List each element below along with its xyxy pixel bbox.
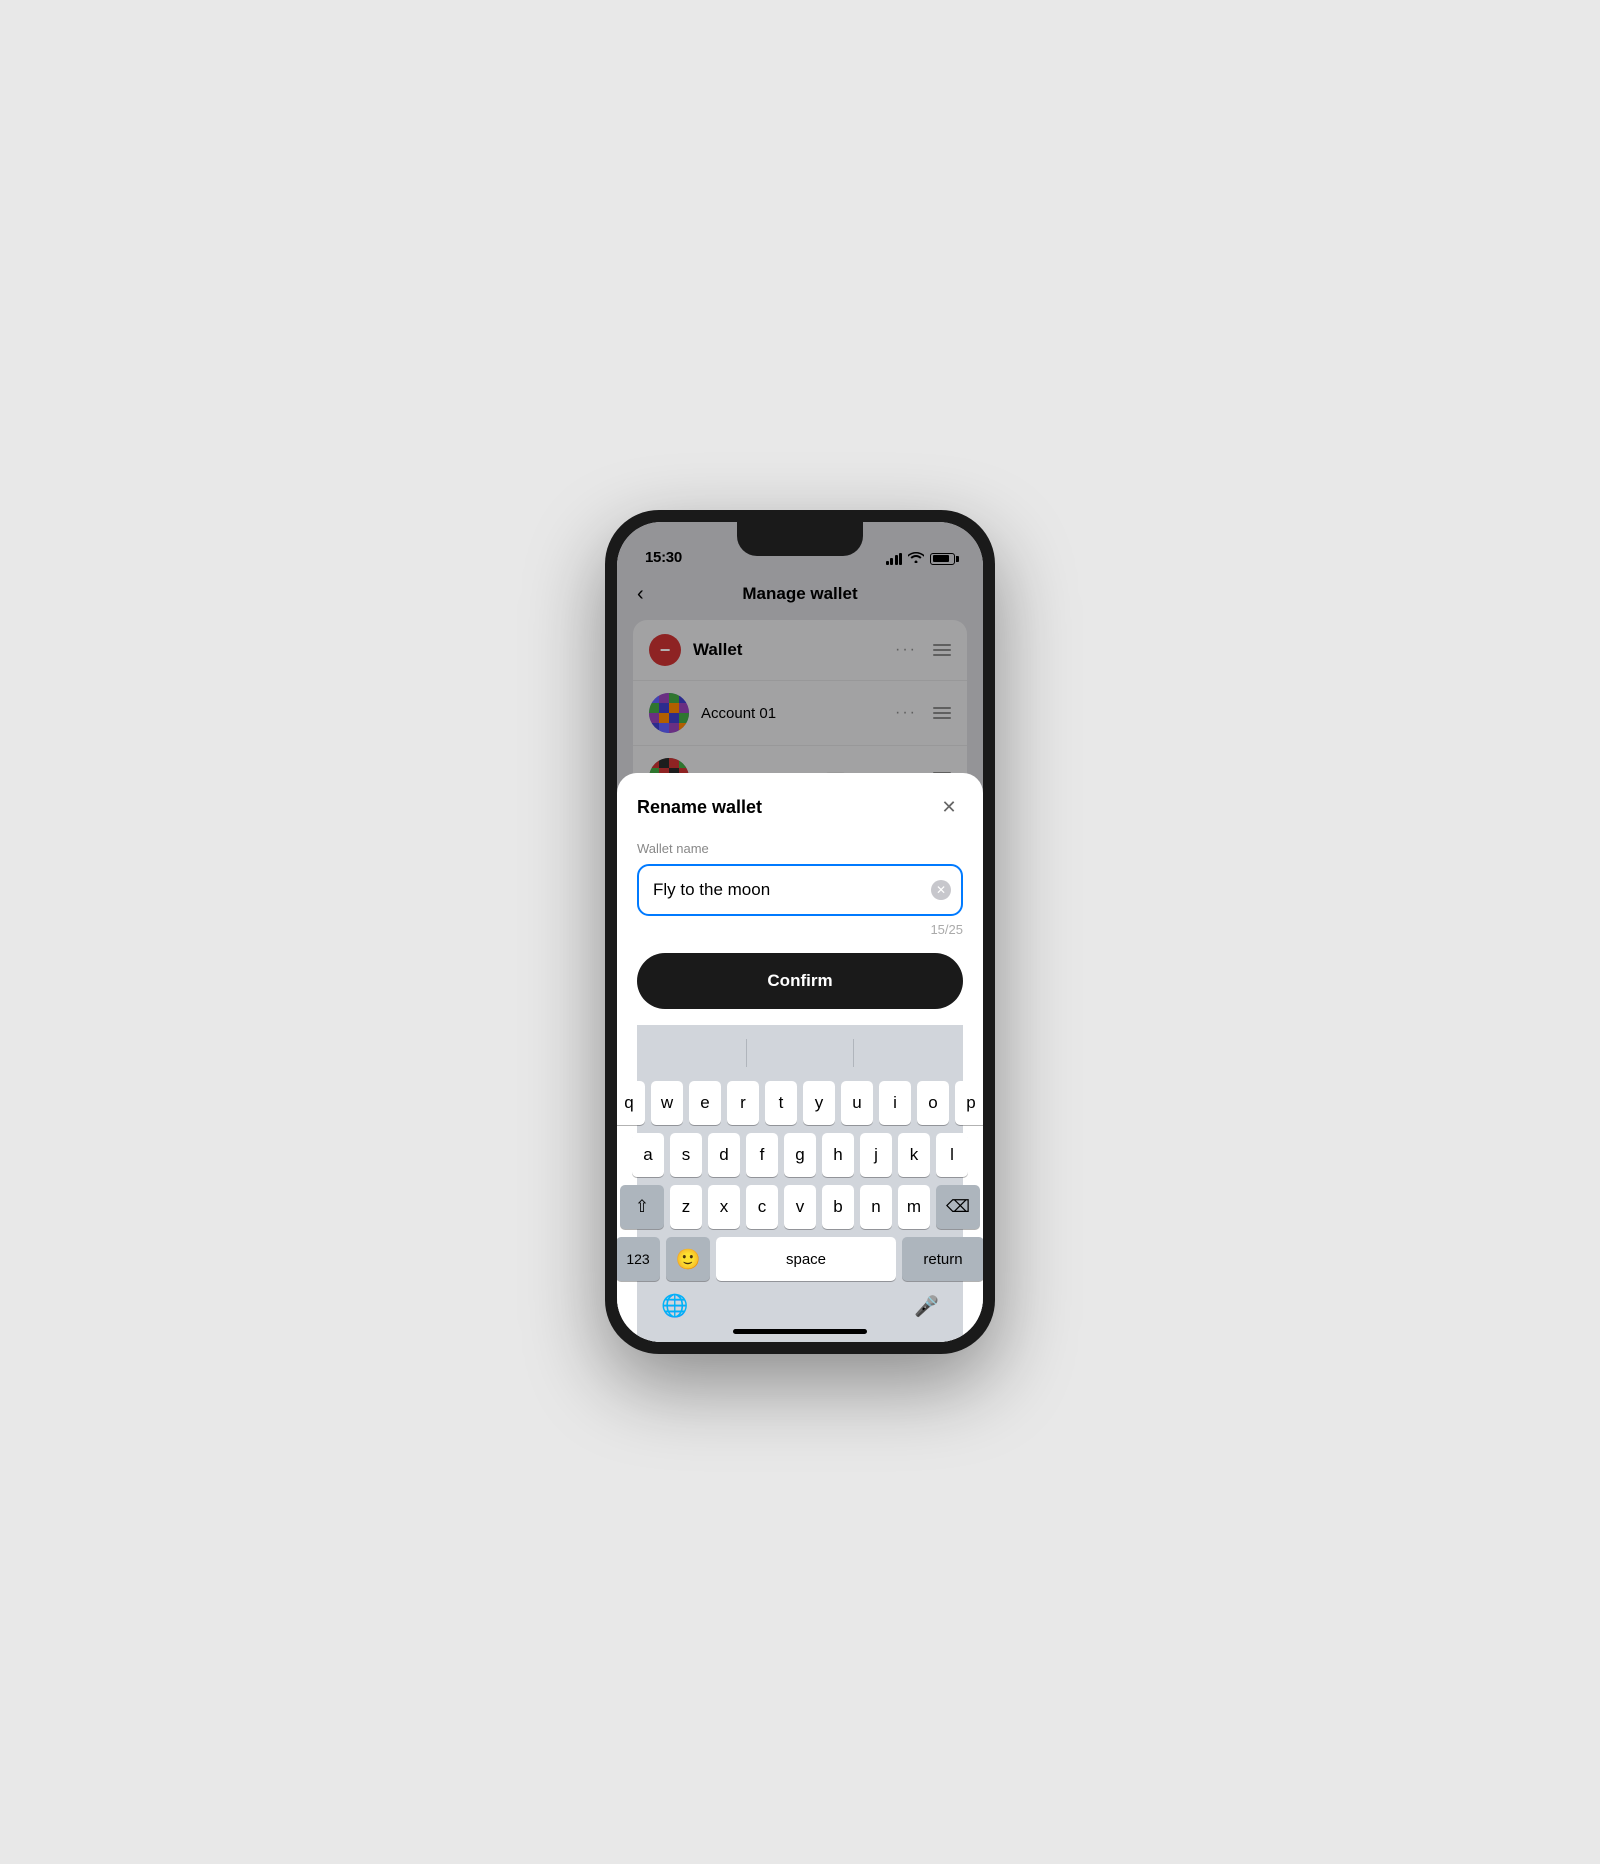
phone-frame: 15:30 [605,510,995,1354]
clear-input-button[interactable]: ✕ [931,880,951,900]
key-z[interactable]: z [670,1185,702,1229]
key-j[interactable]: j [860,1133,892,1177]
key-f[interactable]: f [746,1133,778,1177]
key-w[interactable]: w [651,1081,683,1125]
close-button[interactable]: ✕ [935,793,963,821]
phone-screen: 15:30 [617,522,983,1342]
key-c[interactable]: c [746,1185,778,1229]
key-y[interactable]: y [803,1081,835,1125]
rename-wallet-modal: Rename wallet ✕ Wallet name ✕ 15/25 Conf… [617,773,983,1342]
delete-key[interactable]: ⌫ [936,1185,980,1229]
notch [737,522,863,556]
globe-icon[interactable]: 🌐 [661,1293,688,1319]
return-key[interactable]: return [902,1237,983,1281]
emoji-key[interactable]: 🙂 [666,1237,710,1281]
key-q[interactable]: q [617,1081,645,1125]
mic-icon[interactable]: 🎤 [914,1294,939,1319]
key-h[interactable]: h [822,1133,854,1177]
key-e[interactable]: e [689,1081,721,1125]
key-r[interactable]: r [727,1081,759,1125]
key-u[interactable]: u [841,1081,873,1125]
modal-header: Rename wallet ✕ [637,793,963,821]
key-g[interactable]: g [784,1133,816,1177]
key-d[interactable]: d [708,1133,740,1177]
keyboard-bottom-row: 123🙂spacereturn [641,1237,959,1281]
modal-title: Rename wallet [637,797,762,818]
key-o[interactable]: o [917,1081,949,1125]
key-m[interactable]: m [898,1185,930,1229]
app-content: ‹ Manage wallet − Wallet ··· [617,572,983,1342]
keyboard-row-3: ⇧zxcvbnm⌫ [641,1185,959,1229]
keyboard-row-1: qwertyuiop [641,1081,959,1125]
space-key[interactable]: space [716,1237,896,1281]
key-n[interactable]: n [860,1185,892,1229]
confirm-button[interactable]: Confirm [637,953,963,1009]
key-i[interactable]: i [879,1081,911,1125]
keyboard-row-2: asdfghjkl [641,1133,959,1177]
key-x[interactable]: x [708,1185,740,1229]
key-k[interactable]: k [898,1133,930,1177]
keyboard-suggestions [641,1033,959,1073]
numbers-key[interactable]: 123 [617,1237,660,1281]
char-count: 15/25 [637,922,963,937]
wallet-name-input[interactable] [637,864,963,916]
key-s[interactable]: s [670,1133,702,1177]
key-b[interactable]: b [822,1185,854,1229]
input-label: Wallet name [637,841,963,856]
keyboard-footer: 🌐 🎤 [641,1285,959,1323]
key-t[interactable]: t [765,1081,797,1125]
key-l[interactable]: l [936,1133,968,1177]
key-p[interactable]: p [955,1081,983,1125]
input-wrapper: ✕ [637,864,963,916]
shift-key[interactable]: ⇧ [620,1185,664,1229]
key-a[interactable]: a [632,1133,664,1177]
key-v[interactable]: v [784,1185,816,1229]
keyboard: qwertyuiop asdfghjkl ⇧zxcvbnm⌫ 123🙂space… [637,1025,963,1342]
home-indicator [733,1329,867,1334]
modal-overlay: Rename wallet ✕ Wallet name ✕ 15/25 Conf… [617,572,983,1342]
